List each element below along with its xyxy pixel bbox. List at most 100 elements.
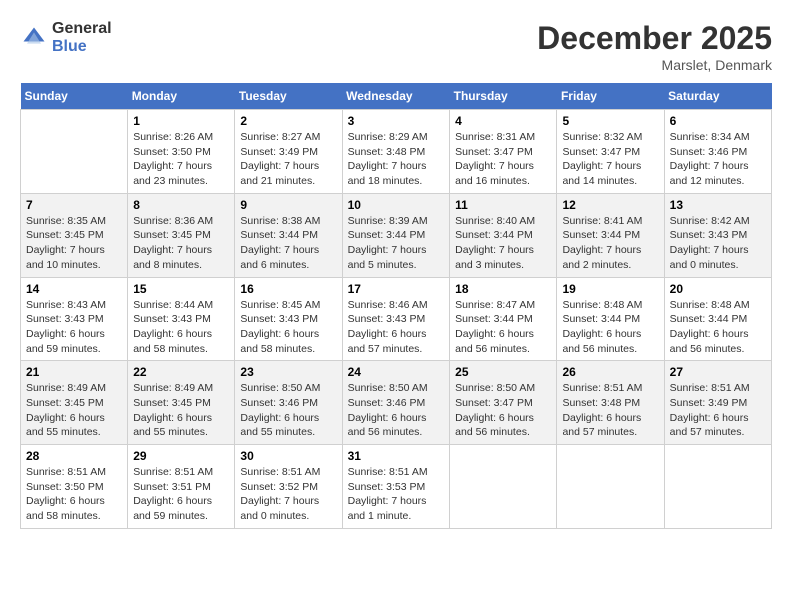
daylight: Daylight: 6 hours and 58 minutes. xyxy=(26,495,105,522)
day-info: Sunrise: 8:49 AM Sunset: 3:45 PM Dayligh… xyxy=(26,381,122,440)
daylight: Daylight: 6 hours and 55 minutes. xyxy=(133,412,212,439)
sunset: Sunset: 3:43 PM xyxy=(670,229,748,241)
sunrise: Sunrise: 8:39 AM xyxy=(348,215,428,227)
daylight: Daylight: 6 hours and 57 minutes. xyxy=(562,412,641,439)
daylight: Daylight: 6 hours and 55 minutes. xyxy=(240,412,319,439)
sunset: Sunset: 3:44 PM xyxy=(562,313,640,325)
sunrise: Sunrise: 8:51 AM xyxy=(26,466,106,478)
day-info: Sunrise: 8:50 AM Sunset: 3:46 PM Dayligh… xyxy=(240,381,336,440)
day-info: Sunrise: 8:32 AM Sunset: 3:47 PM Dayligh… xyxy=(562,130,658,189)
calendar-cell: 29 Sunrise: 8:51 AM Sunset: 3:51 PM Dayl… xyxy=(128,445,235,529)
day-number: 2 xyxy=(240,114,336,128)
calendar-cell: 17 Sunrise: 8:46 AM Sunset: 3:43 PM Dayl… xyxy=(342,277,450,361)
sunrise: Sunrise: 8:51 AM xyxy=(240,466,320,478)
day-info: Sunrise: 8:42 AM Sunset: 3:43 PM Dayligh… xyxy=(670,214,766,273)
sunset: Sunset: 3:52 PM xyxy=(240,481,318,493)
daylight: Daylight: 6 hours and 58 minutes. xyxy=(240,328,319,355)
sunset: Sunset: 3:48 PM xyxy=(562,397,640,409)
sunset: Sunset: 3:50 PM xyxy=(26,481,104,493)
sunset: Sunset: 3:44 PM xyxy=(455,229,533,241)
day-info: Sunrise: 8:29 AM Sunset: 3:48 PM Dayligh… xyxy=(348,130,445,189)
calendar-table: Sunday Monday Tuesday Wednesday Thursday… xyxy=(20,83,772,529)
day-number: 15 xyxy=(133,282,229,296)
calendar-cell: 22 Sunrise: 8:49 AM Sunset: 3:45 PM Dayl… xyxy=(128,361,235,445)
day-info: Sunrise: 8:48 AM Sunset: 3:44 PM Dayligh… xyxy=(562,298,658,357)
calendar-week-4: 21 Sunrise: 8:49 AM Sunset: 3:45 PM Dayl… xyxy=(21,361,772,445)
day-info: Sunrise: 8:51 AM Sunset: 3:51 PM Dayligh… xyxy=(133,465,229,524)
day-info: Sunrise: 8:51 AM Sunset: 3:50 PM Dayligh… xyxy=(26,465,122,524)
day-info: Sunrise: 8:49 AM Sunset: 3:45 PM Dayligh… xyxy=(133,381,229,440)
day-number: 16 xyxy=(240,282,336,296)
calendar-cell: 7 Sunrise: 8:35 AM Sunset: 3:45 PM Dayli… xyxy=(21,193,128,277)
sunset: Sunset: 3:51 PM xyxy=(133,481,211,493)
sunrise: Sunrise: 8:50 AM xyxy=(348,382,428,394)
sunset: Sunset: 3:46 PM xyxy=(348,397,426,409)
header-sunday: Sunday xyxy=(21,83,128,110)
daylight: Daylight: 7 hours and 21 minutes. xyxy=(240,160,319,187)
sunset: Sunset: 3:43 PM xyxy=(133,313,211,325)
logo-text-general: General xyxy=(52,20,112,38)
daylight: Daylight: 6 hours and 59 minutes. xyxy=(133,495,212,522)
sunrise: Sunrise: 8:38 AM xyxy=(240,215,320,227)
day-number: 9 xyxy=(240,198,336,212)
daylight: Daylight: 6 hours and 56 minutes. xyxy=(562,328,641,355)
logo: General Blue xyxy=(20,20,112,56)
sunrise: Sunrise: 8:41 AM xyxy=(562,215,642,227)
sunset: Sunset: 3:53 PM xyxy=(348,481,426,493)
day-number: 7 xyxy=(26,198,122,212)
calendar-cell: 21 Sunrise: 8:49 AM Sunset: 3:45 PM Dayl… xyxy=(21,361,128,445)
sunrise: Sunrise: 8:29 AM xyxy=(348,131,428,143)
calendar-cell: 24 Sunrise: 8:50 AM Sunset: 3:46 PM Dayl… xyxy=(342,361,450,445)
day-number: 11 xyxy=(455,198,551,212)
daylight: Daylight: 6 hours and 56 minutes. xyxy=(455,328,534,355)
day-number: 26 xyxy=(562,365,658,379)
calendar-cell: 16 Sunrise: 8:45 AM Sunset: 3:43 PM Dayl… xyxy=(235,277,342,361)
calendar-cell: 9 Sunrise: 8:38 AM Sunset: 3:44 PM Dayli… xyxy=(235,193,342,277)
day-number: 20 xyxy=(670,282,766,296)
day-info: Sunrise: 8:51 AM Sunset: 3:53 PM Dayligh… xyxy=(348,465,445,524)
sunrise: Sunrise: 8:49 AM xyxy=(133,382,213,394)
day-info: Sunrise: 8:48 AM Sunset: 3:44 PM Dayligh… xyxy=(670,298,766,357)
sunrise: Sunrise: 8:49 AM xyxy=(26,382,106,394)
sunset: Sunset: 3:44 PM xyxy=(348,229,426,241)
sunset: Sunset: 3:44 PM xyxy=(562,229,640,241)
sunrise: Sunrise: 8:32 AM xyxy=(562,131,642,143)
daylight: Daylight: 7 hours and 23 minutes. xyxy=(133,160,212,187)
day-number: 8 xyxy=(133,198,229,212)
sunset: Sunset: 3:45 PM xyxy=(26,229,104,241)
sunrise: Sunrise: 8:34 AM xyxy=(670,131,750,143)
calendar-cell: 5 Sunrise: 8:32 AM Sunset: 3:47 PM Dayli… xyxy=(557,110,664,194)
sunset: Sunset: 3:47 PM xyxy=(455,397,533,409)
day-number: 24 xyxy=(348,365,445,379)
day-number: 22 xyxy=(133,365,229,379)
sunrise: Sunrise: 8:51 AM xyxy=(348,466,428,478)
calendar-week-5: 28 Sunrise: 8:51 AM Sunset: 3:50 PM Dayl… xyxy=(21,445,772,529)
day-number: 31 xyxy=(348,449,445,463)
sunset: Sunset: 3:43 PM xyxy=(26,313,104,325)
calendar-cell: 23 Sunrise: 8:50 AM Sunset: 3:46 PM Dayl… xyxy=(235,361,342,445)
day-number: 28 xyxy=(26,449,122,463)
daylight: Daylight: 7 hours and 18 minutes. xyxy=(348,160,427,187)
day-number: 18 xyxy=(455,282,551,296)
calendar-cell: 3 Sunrise: 8:29 AM Sunset: 3:48 PM Dayli… xyxy=(342,110,450,194)
header-tuesday: Tuesday xyxy=(235,83,342,110)
calendar-cell: 31 Sunrise: 8:51 AM Sunset: 3:53 PM Dayl… xyxy=(342,445,450,529)
day-info: Sunrise: 8:51 AM Sunset: 3:49 PM Dayligh… xyxy=(670,381,766,440)
calendar-cell: 13 Sunrise: 8:42 AM Sunset: 3:43 PM Dayl… xyxy=(664,193,771,277)
day-info: Sunrise: 8:47 AM Sunset: 3:44 PM Dayligh… xyxy=(455,298,551,357)
sunrise: Sunrise: 8:43 AM xyxy=(26,299,106,311)
calendar-cell: 1 Sunrise: 8:26 AM Sunset: 3:50 PM Dayli… xyxy=(128,110,235,194)
day-number: 25 xyxy=(455,365,551,379)
sunset: Sunset: 3:50 PM xyxy=(133,146,211,158)
daylight: Daylight: 7 hours and 6 minutes. xyxy=(240,244,319,271)
daylight: Daylight: 6 hours and 55 minutes. xyxy=(26,412,105,439)
sunrise: Sunrise: 8:44 AM xyxy=(133,299,213,311)
day-number: 12 xyxy=(562,198,658,212)
daylight: Daylight: 7 hours and 5 minutes. xyxy=(348,244,427,271)
day-info: Sunrise: 8:51 AM Sunset: 3:52 PM Dayligh… xyxy=(240,465,336,524)
calendar-cell: 15 Sunrise: 8:44 AM Sunset: 3:43 PM Dayl… xyxy=(128,277,235,361)
sunset: Sunset: 3:46 PM xyxy=(240,397,318,409)
calendar-cell xyxy=(664,445,771,529)
header-thursday: Thursday xyxy=(450,83,557,110)
day-info: Sunrise: 8:34 AM Sunset: 3:46 PM Dayligh… xyxy=(670,130,766,189)
